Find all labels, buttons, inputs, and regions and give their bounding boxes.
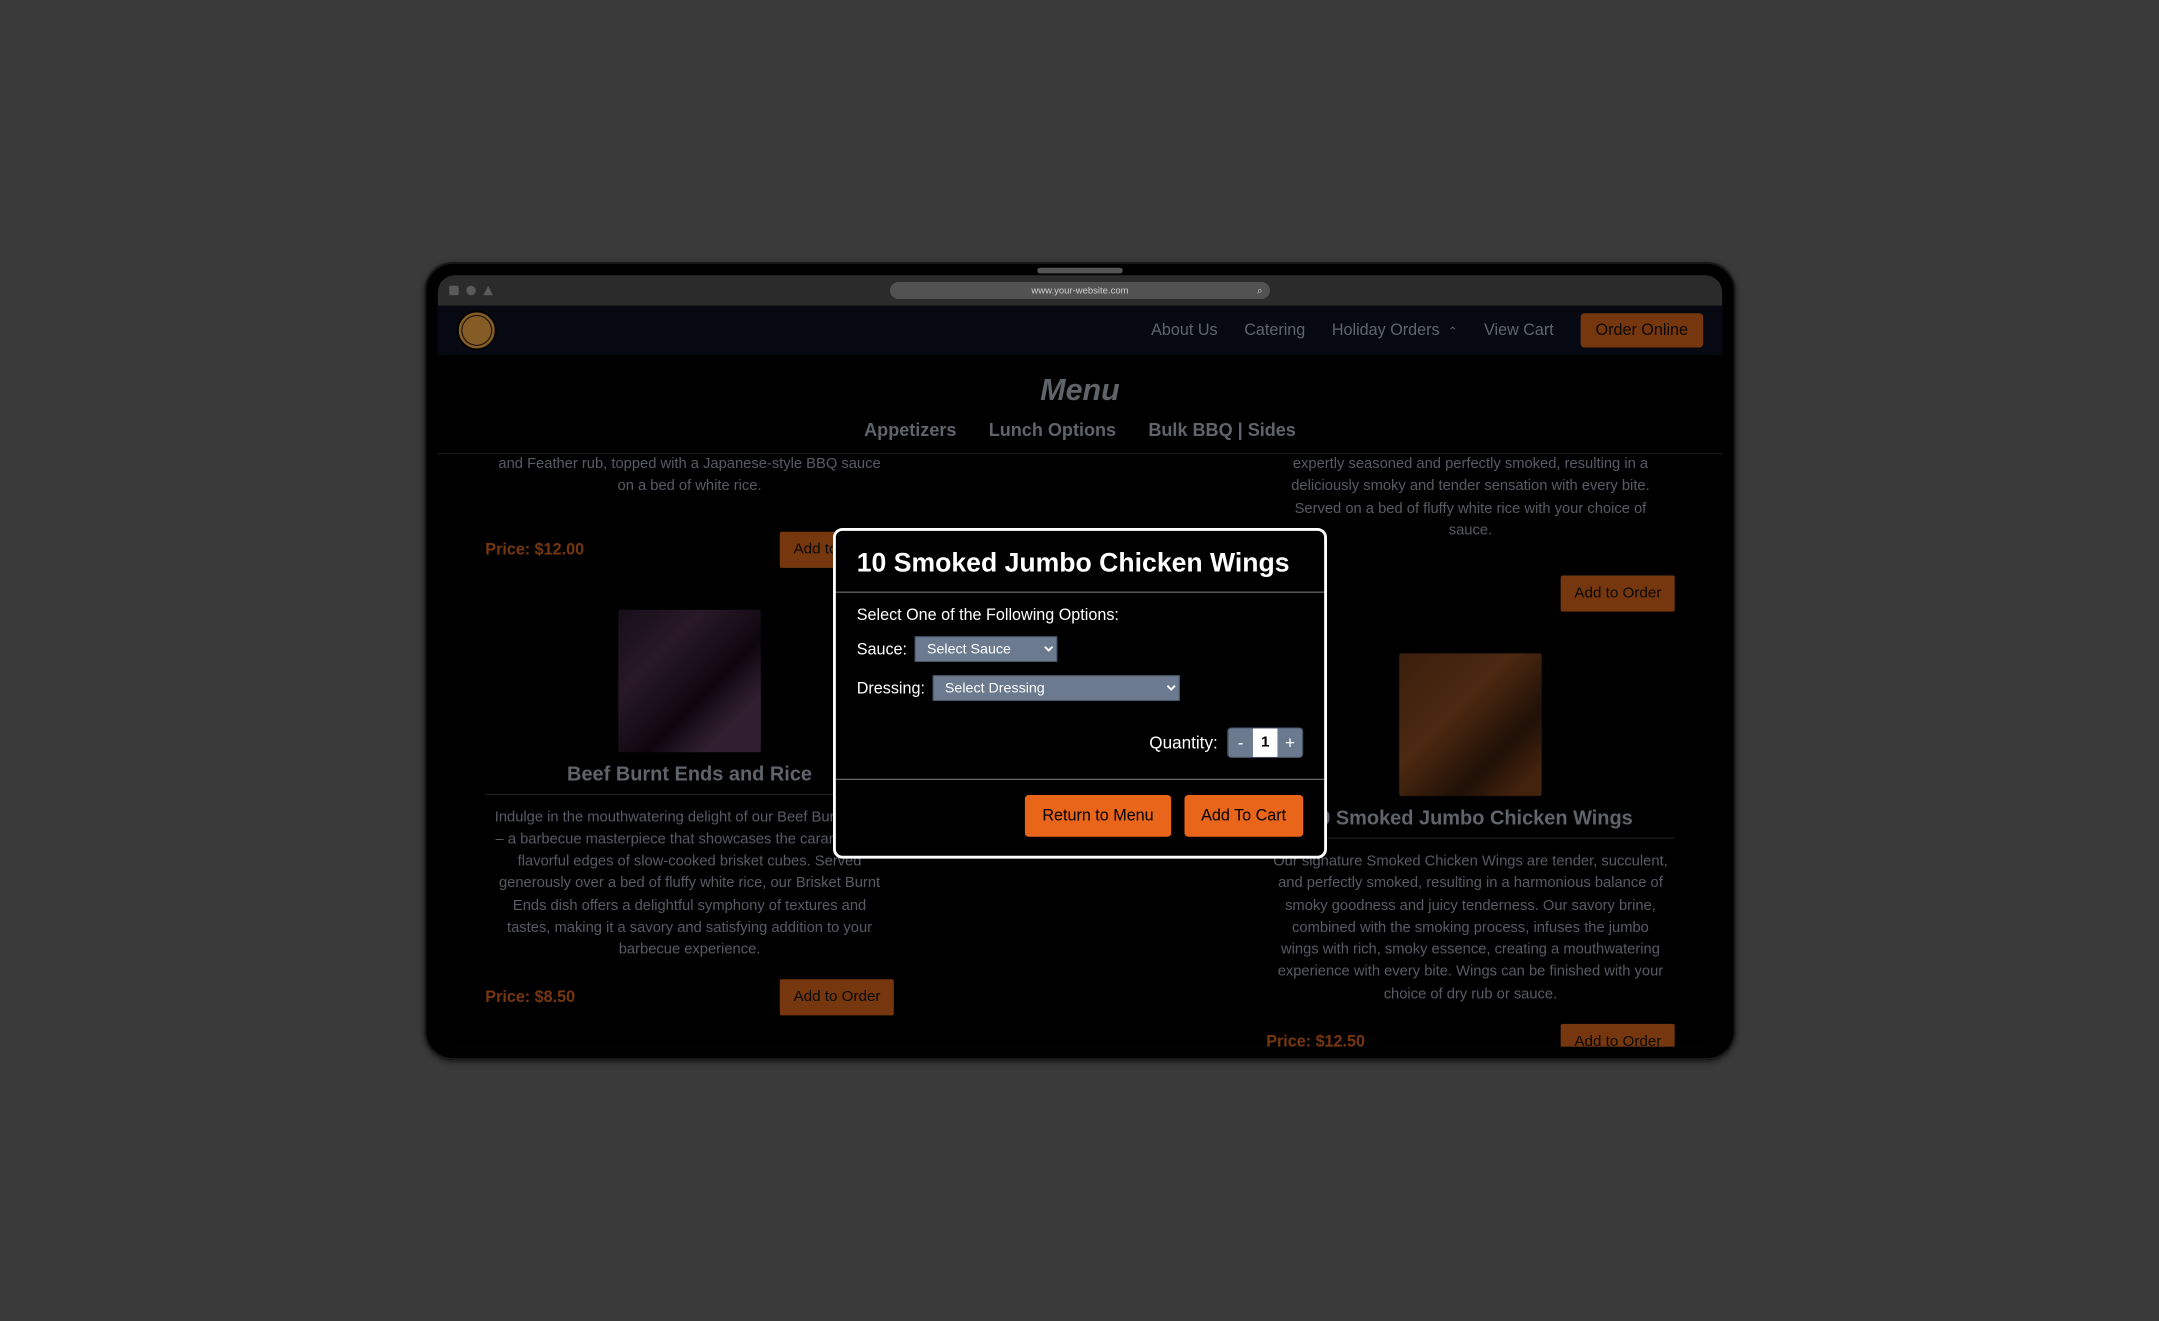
sauce-select[interactable]: Select Sauce (914, 636, 1057, 662)
return-to-menu-button[interactable]: Return to Menu (1025, 794, 1171, 836)
quantity-value: 1 (1252, 728, 1277, 757)
address-bar[interactable]: www.your-website.com ⌕ (890, 281, 1270, 298)
modal-footer: Return to Menu Add To Cart (835, 778, 1323, 855)
quantity-stepper: - 1 + (1227, 727, 1303, 757)
search-icon: ⌕ (1257, 285, 1262, 295)
sauce-label: Sauce: (856, 639, 906, 658)
device-notch (1037, 267, 1123, 273)
browser-chrome: www.your-website.com ⌕ (437, 275, 1721, 305)
dressing-row: Dressing: Select Dressing (856, 675, 1303, 701)
dressing-label: Dressing: (856, 678, 924, 697)
address-url: www.your-website.com (1031, 285, 1128, 295)
page: About Us Catering Holiday Orders ⌃ View … (437, 305, 1721, 1046)
sauce-row: Sauce: Select Sauce (856, 636, 1303, 662)
modal-options-head: Select One of the Following Options: (856, 605, 1303, 624)
window-controls (449, 285, 493, 295)
quantity-increase-button[interactable]: + (1277, 728, 1302, 757)
modal-title: 10 Smoked Jumbo Chicken Wings (835, 530, 1323, 591)
dressing-select[interactable]: Select Dressing (932, 675, 1179, 701)
device-inner: www.your-website.com ⌕ About Us Catering… (437, 275, 1721, 1046)
window-control-1[interactable] (449, 285, 459, 295)
window-control-2[interactable] (466, 285, 476, 295)
quantity-decrease-button[interactable]: - (1228, 728, 1253, 757)
device-frame: www.your-website.com ⌕ About Us Catering… (424, 262, 1735, 1060)
item-options-modal: 10 Smoked Jumbo Chicken Wings Select One… (833, 528, 1327, 859)
modal-body: Select One of the Following Options: Sau… (835, 592, 1323, 778)
window-control-3[interactable] (483, 285, 493, 295)
quantity-row: Quantity: - 1 + (856, 727, 1303, 757)
add-to-cart-button[interactable]: Add To Cart (1184, 794, 1303, 836)
quantity-label: Quantity: (1149, 732, 1217, 752)
